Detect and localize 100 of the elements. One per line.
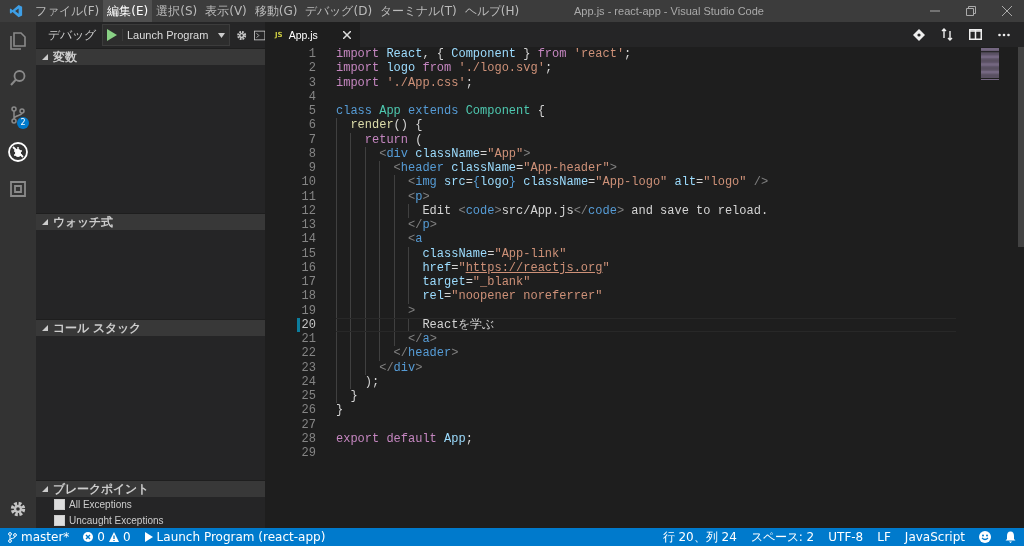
debug-label: デバッグ xyxy=(48,26,96,44)
vscode-logo-icon xyxy=(9,4,23,18)
menu-item[interactable]: 選択(S) xyxy=(152,0,202,22)
expand-icon xyxy=(42,486,48,492)
smiley-icon[interactable] xyxy=(979,531,991,543)
settings-icon[interactable] xyxy=(236,28,248,42)
line-number: 23 xyxy=(300,360,316,375)
split-editor-icon[interactable] xyxy=(969,29,982,40)
line-number: 16 xyxy=(300,260,316,275)
files-icon[interactable] xyxy=(8,30,28,51)
settings-icon[interactable] xyxy=(9,500,27,518)
code-line: <a xyxy=(407,232,423,247)
source-control-icon[interactable] xyxy=(8,104,28,125)
search-icon[interactable] xyxy=(8,67,28,88)
play-icon xyxy=(144,532,153,542)
expand-icon xyxy=(42,219,48,225)
line-number: 2 xyxy=(307,61,316,76)
code-line: <header className="App-header"> xyxy=(392,161,617,176)
status-item[interactable]: スペース: 2 xyxy=(750,528,815,546)
checkbox[interactable] xyxy=(54,499,65,511)
code-line: <div className="App"> xyxy=(378,146,531,161)
code-line: > xyxy=(407,303,416,318)
checkbox[interactable] xyxy=(54,514,65,526)
console-icon[interactable] xyxy=(253,29,265,41)
line-number: 17 xyxy=(300,275,316,290)
expand-icon xyxy=(42,325,48,331)
badge: 2 xyxy=(17,117,29,129)
code-line: </p> xyxy=(407,218,437,233)
line-number: 24 xyxy=(300,374,316,389)
line-number: 27 xyxy=(300,417,316,432)
more-icon[interactable] xyxy=(998,32,1010,37)
status-item[interactable]: LF xyxy=(877,530,891,544)
section-header[interactable]: ブレークポイント xyxy=(36,481,265,497)
code-line: </header> xyxy=(392,346,459,361)
code-line: Reactを学ぶ xyxy=(422,317,495,334)
line-number: 18 xyxy=(300,289,316,304)
menu-item[interactable]: 移動(G) xyxy=(250,0,302,22)
line-number: 28 xyxy=(300,431,316,446)
line-number: 20 xyxy=(300,317,316,332)
code-line: return ( xyxy=(363,132,423,147)
scrollbar[interactable] xyxy=(1018,47,1024,247)
line-number: 10 xyxy=(300,175,316,190)
code-line: <p> xyxy=(407,189,430,204)
line-number: 5 xyxy=(307,104,316,119)
line-number: 19 xyxy=(300,303,316,318)
code-line: class App extends Component { xyxy=(336,104,545,119)
problems-indicator[interactable]: 0 0 xyxy=(83,530,131,544)
code-line: rel="noopener noreferrer" xyxy=(421,289,603,304)
code-line: render() { xyxy=(349,118,423,133)
code-line: import './App.css'; xyxy=(336,75,473,90)
line-number: 21 xyxy=(300,332,316,347)
menu-item[interactable]: デバッグ(D) xyxy=(301,0,377,22)
bell-icon[interactable] xyxy=(1005,531,1016,543)
branch-icon xyxy=(8,531,17,543)
menu-item[interactable]: 表示(V) xyxy=(201,0,251,22)
line-number: 7 xyxy=(307,132,316,147)
line-number: 22 xyxy=(300,346,316,361)
breakpoint-label: All Exceptions xyxy=(69,499,132,511)
diamond-icon[interactable] xyxy=(913,28,925,41)
line-number: 25 xyxy=(300,389,316,404)
status-item[interactable]: 行 20、列 24 xyxy=(662,528,737,546)
code-line: import React, { Component } from 'react'; xyxy=(336,47,632,62)
code-line: Edit <code>src/App.js</code> and save to reload. xyxy=(422,203,769,218)
line-number: 1 xyxy=(307,47,316,62)
line-number: 6 xyxy=(307,118,316,133)
code-line: ); xyxy=(363,374,380,389)
restore-icon[interactable] xyxy=(966,6,976,16)
line-number: 14 xyxy=(300,232,316,247)
warning-icon xyxy=(108,532,119,542)
code-line: </div> xyxy=(378,360,423,375)
code-line: export default App; xyxy=(336,431,473,446)
compare-icon[interactable] xyxy=(941,28,953,41)
line-number: 13 xyxy=(300,218,316,233)
code-line: className="App-link" xyxy=(421,246,567,261)
line-number: 29 xyxy=(300,446,316,461)
code-line: target="_blank" xyxy=(421,275,531,290)
debug-icon[interactable] xyxy=(7,140,29,163)
status-item[interactable]: JavaScript xyxy=(904,530,965,544)
launch-indicator[interactable]: Launch Program (react-app) xyxy=(144,530,326,544)
line-number: 4 xyxy=(307,89,316,104)
code-line: import logo from './logo.svg'; xyxy=(336,61,553,76)
start-debugging-icon[interactable] xyxy=(107,29,117,41)
error-icon xyxy=(83,532,94,542)
menu-item[interactable]: ターミナル(T) xyxy=(376,0,461,22)
menu-item[interactable]: 編集(E) xyxy=(103,0,153,22)
code-line: } xyxy=(336,403,344,418)
line-number: 12 xyxy=(300,203,316,218)
expand-icon xyxy=(42,54,48,60)
extensions-icon[interactable] xyxy=(8,178,28,199)
section-header[interactable]: 変数 xyxy=(36,49,265,65)
section-header[interactable]: コール スタック xyxy=(36,320,265,336)
code-line: <img src={logo} className="App-logo" alt="logo" /> xyxy=(407,175,769,190)
code-line: href="https://reactjs.org" xyxy=(421,260,610,275)
status-item[interactable]: UTF-8 xyxy=(828,530,864,544)
branch-indicator[interactable]: master* xyxy=(8,530,70,544)
menu-item[interactable]: ファイル(F) xyxy=(31,0,104,22)
line-number: 26 xyxy=(300,403,316,418)
section-header[interactable]: ウォッチ式 xyxy=(36,214,265,230)
line-number: 3 xyxy=(307,75,316,90)
menu-item[interactable]: ヘルプ(H) xyxy=(460,0,524,22)
